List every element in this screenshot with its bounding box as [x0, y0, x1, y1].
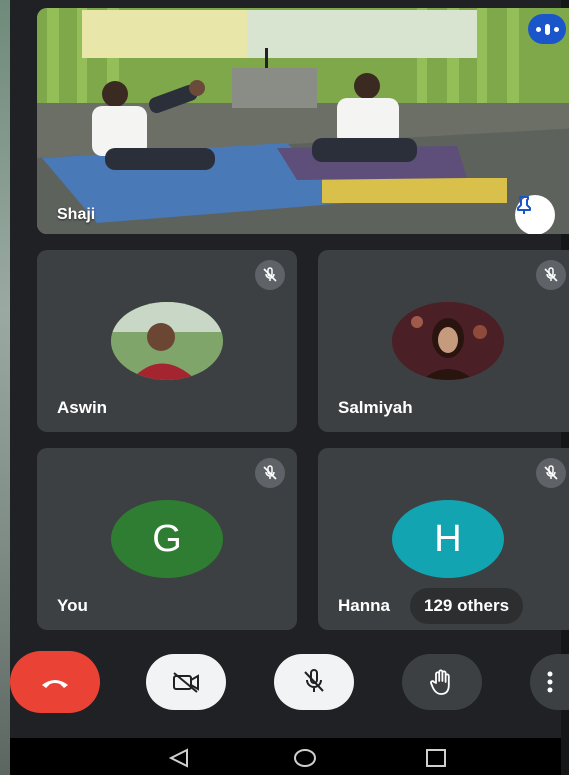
home-circle-icon	[294, 749, 316, 767]
mic-off-icon	[544, 267, 558, 282]
video-frame	[37, 8, 569, 234]
avatar-initial: G	[111, 500, 223, 578]
participant-name: You	[57, 596, 88, 615]
participant-tile-salmiyah[interactable]: Salmiyah	[318, 250, 569, 432]
speaker-name: Shaji	[57, 206, 96, 223]
avatar-initial: H	[392, 500, 504, 578]
dot	[553, 26, 559, 32]
avatar	[111, 302, 223, 380]
nav-recents-button[interactable]	[424, 748, 448, 768]
pin-button[interactable]	[515, 195, 555, 234]
others-count-badge[interactable]: 129 others	[410, 588, 524, 624]
back-triangle-icon	[168, 748, 188, 768]
mic-muted-indicator	[536, 260, 566, 290]
more-controls-button[interactable]	[530, 654, 569, 710]
more-options-button[interactable]	[528, 14, 566, 44]
avatar	[392, 302, 504, 380]
participant-tile-aswin[interactable]: Aswin	[37, 250, 297, 432]
mic-muted-indicator	[536, 458, 566, 488]
system-navigation-bar	[10, 738, 561, 775]
camera-off-icon	[173, 672, 199, 693]
microphone-toggle-button[interactable]	[274, 654, 354, 710]
background-edge	[0, 0, 10, 775]
mic-off-icon	[544, 465, 558, 480]
more-vert-icon	[547, 671, 553, 693]
participant-name: Aswin	[57, 398, 108, 417]
avatar-photo	[392, 302, 504, 380]
pin-icon	[517, 196, 531, 214]
mic-off-icon	[304, 669, 324, 692]
recents-square-icon	[426, 749, 446, 767]
main-video-tile[interactable]: Shaji	[37, 8, 569, 234]
participant-tile-you[interactable]: G You	[37, 448, 297, 630]
mic-muted-indicator	[255, 260, 285, 290]
dot	[535, 26, 541, 32]
end-call-button[interactable]	[10, 651, 100, 713]
mic-muted-indicator	[255, 458, 285, 488]
nav-home-button[interactable]	[293, 748, 317, 768]
camera-toggle-button[interactable]	[146, 654, 226, 710]
participant-name: Salmiyah	[338, 398, 413, 417]
raise-hand-button[interactable]	[402, 654, 482, 710]
avatar-photo	[111, 302, 223, 380]
dot	[544, 23, 550, 35]
participant-name: Hanna	[338, 596, 390, 615]
nav-back-button[interactable]	[168, 748, 190, 768]
end-call-icon	[42, 680, 68, 688]
mic-off-icon	[263, 465, 277, 480]
mic-off-icon	[263, 267, 277, 282]
raise-hand-icon	[430, 669, 450, 695]
